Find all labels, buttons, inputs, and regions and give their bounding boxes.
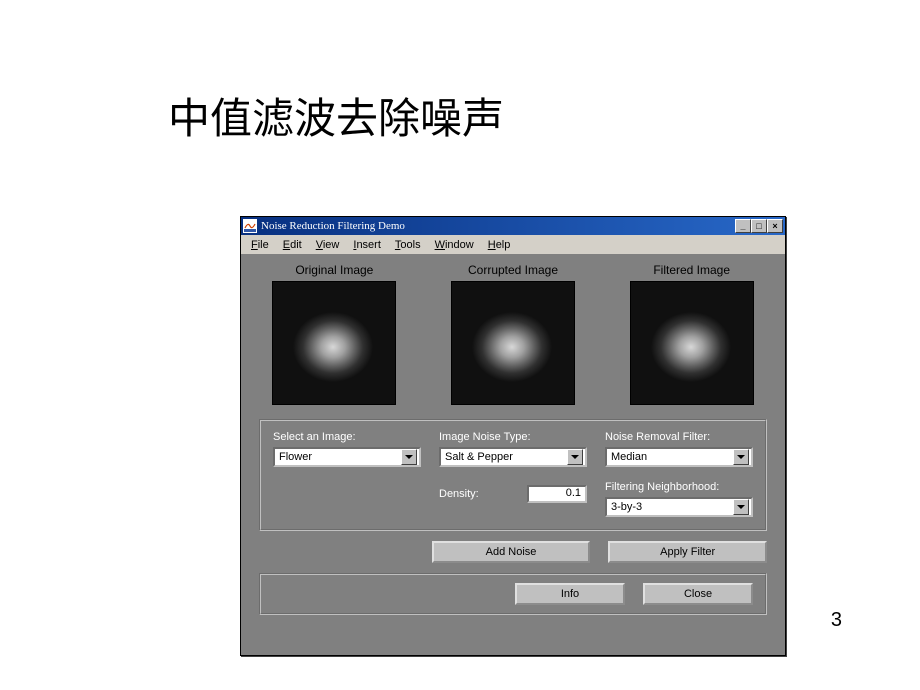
noise-type-value: Salt & Pepper [445,451,567,463]
noise-type-dropdown[interactable]: Salt & Pepper [439,447,587,467]
slide-title: 中值滤波去除噪声 [168,85,504,146]
menu-insert[interactable]: Insert [347,237,387,253]
app-icon [243,219,257,233]
image-row: Original Image Corrupted Image Filtered … [259,263,767,405]
page-number: 3 [831,609,842,632]
maximize-button[interactable]: □ [751,219,767,233]
select-image-dropdown[interactable]: Flower [273,447,421,467]
corrupted-image-label: Corrupted Image [438,263,589,277]
menu-window[interactable]: Window [429,237,480,253]
density-label: Density: [439,488,519,500]
menu-help[interactable]: Help [482,237,517,253]
chevron-down-icon [401,449,417,465]
action-row: Add Noise Apply Filter [259,541,767,563]
menu-view[interactable]: View [310,237,346,253]
noise-type-label: Image Noise Type: [439,431,587,443]
chevron-down-icon [567,449,583,465]
app-window: Noise Reduction Filtering Demo _ □ × Fil… [240,216,786,656]
titlebar: Noise Reduction Filtering Demo _ □ × [241,217,785,235]
neighborhood-value: 3-by-3 [611,501,733,513]
original-image [272,281,396,405]
menu-tools[interactable]: Tools [389,237,427,253]
close-button[interactable]: Close [643,583,753,605]
filter-dropdown[interactable]: Median [605,447,753,467]
select-image-value: Flower [279,451,401,463]
menubar: File Edit View Insert Tools Window Help [241,235,785,255]
density-input[interactable]: 0.1 [527,485,587,503]
controls-panel: Select an Image: Flower Image Noise Type… [259,419,767,531]
filtered-image [630,281,754,405]
client-area: Original Image Corrupted Image Filtered … [241,255,785,655]
window-title: Noise Reduction Filtering Demo [261,220,735,232]
neighborhood-dropdown[interactable]: 3-by-3 [605,497,753,517]
corrupted-image [451,281,575,405]
chevron-down-icon [733,449,749,465]
minimize-button[interactable]: _ [735,219,751,233]
apply-filter-button[interactable]: Apply Filter [608,541,767,563]
select-image-label: Select an Image: [273,431,421,443]
original-image-label: Original Image [259,263,410,277]
menu-file[interactable]: File [245,237,275,253]
add-noise-button[interactable]: Add Noise [432,541,591,563]
chevron-down-icon [733,499,749,515]
bottom-panel: Info Close [259,573,767,615]
filter-value: Median [611,451,733,463]
menu-edit[interactable]: Edit [277,237,308,253]
filtered-image-label: Filtered Image [616,263,767,277]
close-window-button[interactable]: × [767,219,783,233]
info-button[interactable]: Info [515,583,625,605]
neighborhood-label: Filtering Neighborhood: [605,481,753,493]
filter-label: Noise Removal Filter: [605,431,753,443]
